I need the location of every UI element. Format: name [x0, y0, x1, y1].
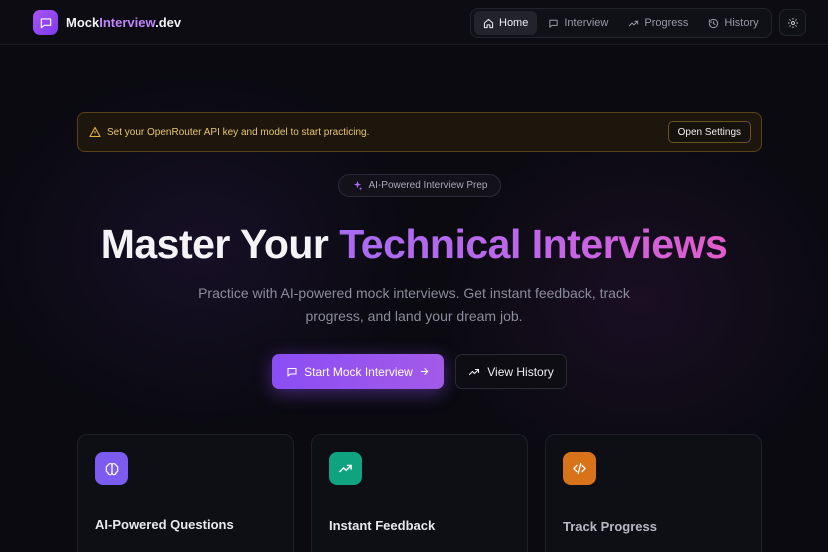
logo-text: MockInterview.dev	[66, 15, 182, 30]
nav-history-label: History	[724, 17, 759, 29]
open-settings-button[interactable]: Open Settings	[667, 121, 751, 143]
chat-icon	[287, 367, 297, 377]
arrow-right-icon	[420, 368, 429, 375]
main-nav: Home Interview Progress History	[470, 8, 772, 38]
settings-button[interactable]	[779, 9, 806, 36]
feature-card-ai-questions: AI-Powered Questions	[77, 434, 294, 552]
nav-interview[interactable]: Interview	[539, 11, 617, 35]
feature-card-track-progress: Track Progress	[545, 434, 762, 552]
hero-title: Master Your Technical Interviews	[100, 221, 728, 267]
badge-label: AI-Powered Interview Prep	[368, 180, 488, 191]
logo[interactable]: MockInterview.dev	[33, 10, 181, 35]
nav-home[interactable]: Home	[474, 11, 538, 35]
feature-title: Track Progress	[563, 519, 657, 534]
chat-icon	[549, 19, 559, 28]
code-icon	[563, 452, 596, 485]
nav-history[interactable]: History	[699, 11, 767, 35]
sparkles-icon	[353, 180, 363, 191]
top-navbar: MockInterview.dev Home Interview Progres…	[0, 0, 828, 45]
feature-title: Instant Feedback	[329, 518, 436, 533]
start-button-label: Start Mock Interview	[304, 364, 413, 379]
warning-triangle-icon	[89, 126, 101, 138]
alert-message: Set your OpenRouter API key and model to…	[107, 126, 370, 138]
logo-chat-icon	[33, 10, 58, 35]
trending-up-icon	[469, 368, 480, 375]
view-history-button[interactable]: View History	[455, 354, 567, 389]
hero-subtitle: Practice with AI-powered mock interviews…	[198, 285, 630, 324]
feature-title: AI-Powered Questions	[95, 517, 234, 532]
nav-interview-label: Interview	[564, 17, 609, 29]
start-mock-interview-button[interactable]: Start Mock Interview	[272, 354, 444, 389]
history-icon	[709, 18, 719, 28]
nav-progress[interactable]: Progress	[619, 11, 697, 35]
nav-home-label: Home	[499, 17, 529, 29]
feature-card-instant-feedback: Instant Feedback	[311, 434, 528, 552]
brain-icon	[95, 452, 128, 485]
trending-up-icon	[629, 20, 639, 26]
home-icon	[483, 18, 494, 28]
nav-progress-label: Progress	[644, 17, 689, 29]
trending-up-icon	[329, 452, 362, 485]
api-key-alert: Set your OpenRouter API key and model to…	[77, 112, 762, 152]
view-history-label: View History	[487, 364, 554, 379]
ai-powered-badge: AI-Powered Interview Prep	[338, 174, 501, 197]
gear-icon	[787, 17, 798, 28]
